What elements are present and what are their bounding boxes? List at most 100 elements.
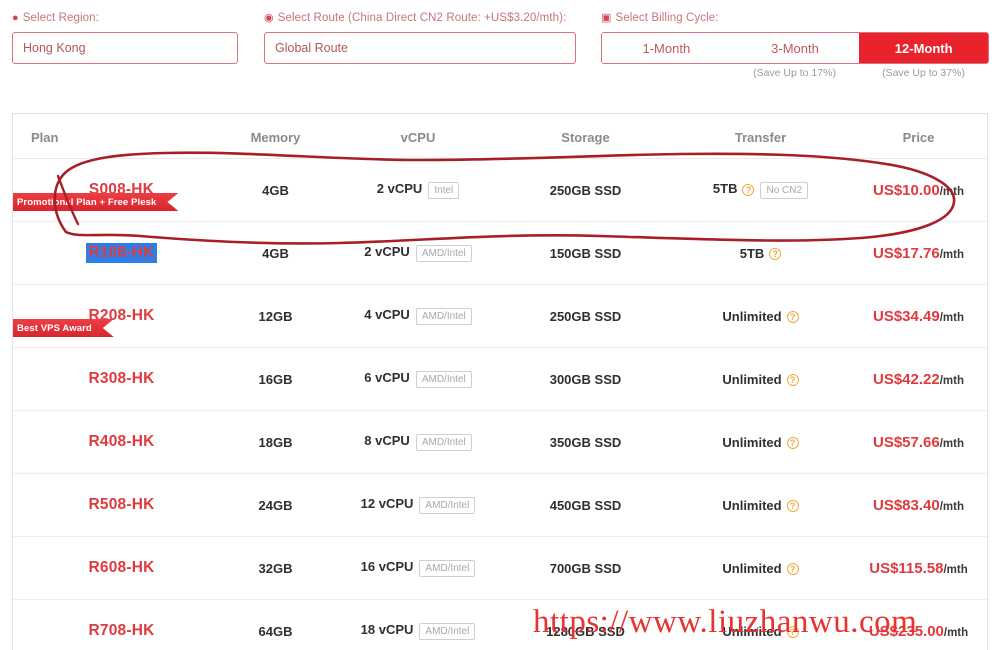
transfer-value: 5TB <box>739 245 765 261</box>
billing-option-3-month[interactable]: 3-Month <box>730 33 860 63</box>
route-select-value: Global Route <box>275 41 348 55</box>
help-circle-icon[interactable]: ? <box>786 374 799 387</box>
route-control: ◉ Select Route (China Direct CN2 Route: … <box>264 10 576 64</box>
vcpu-cell: 2 vCPU AMD/Intel <box>338 221 498 285</box>
price-amount: US$83.40/mth <box>873 496 964 514</box>
column-header-transfer: Transfer <box>673 114 848 159</box>
plan-cell[interactable]: R408-HK <box>13 410 213 474</box>
price-unit: /mth <box>939 374 964 387</box>
cpu-vendor-chip: AMD/Intel <box>415 244 472 262</box>
price-unit: /mth <box>939 185 964 198</box>
transfer-value: 5TB <box>712 181 738 197</box>
plan-name: R408-HK <box>88 433 155 450</box>
help-circle-icon[interactable]: ? <box>786 500 799 513</box>
transfer-cell: Unlimited? <box>673 410 848 474</box>
plans-table-body: S008-HK Promotional Plan + Free Plesk 4GB 2… <box>12 158 987 650</box>
cpu-vendor-chip: AMD/Intel <box>415 307 472 325</box>
help-circle-icon[interactable]: ? <box>742 184 755 197</box>
table-header-row: Plan Memory vCPU Storage Transfer Price <box>13 114 987 159</box>
region-select-value: Hong Kong <box>23 41 86 55</box>
plan-ribbon-badge: Promotional Plan + Free Plesk <box>12 193 178 211</box>
vcpu-cell: 18 vCPU AMD/Intel <box>338 600 498 650</box>
cpu-vendor-chip: AMD/Intel <box>419 559 476 577</box>
region-select[interactable]: Hong Kong <box>12 32 238 64</box>
plan-cell[interactable]: S008-HK Promotional Plan + Free Plesk <box>12 158 213 222</box>
billing-option-1-month[interactable]: 1-Month <box>602 33 731 63</box>
route-label: ◉ Select Route (China Direct CN2 Route: … <box>264 10 576 26</box>
table-row[interactable]: R508-HK 24GB 12 vCPU AMD/Intel 450GB SSD Unli… <box>13 473 987 537</box>
transfer-cell: Unlimited? <box>673 473 848 537</box>
billing-cycle-label: ▣ Select Billing Cycle: <box>601 10 989 26</box>
column-header-memory: Memory <box>213 114 338 159</box>
memory-cell: 18GB <box>213 410 338 474</box>
plan-cell[interactable]: R608-HK <box>13 536 213 600</box>
plan-cell[interactable]: R308-HK <box>13 347 213 411</box>
cpu-vendor-chip: AMD/Intel <box>415 433 472 451</box>
table-row[interactable]: R308-HK 16GB 6 vCPU AMD/Intel 300GB SSD Unlim… <box>13 347 987 411</box>
billing-savings-notes: (Save Up to 17%) (Save Up to 37%) <box>601 67 989 83</box>
memory-cell: 24GB <box>213 473 338 537</box>
memory-cell: 12GB <box>213 284 338 348</box>
storage-cell: 300GB SSD <box>498 347 673 411</box>
help-circle-icon[interactable]: ? <box>786 437 799 450</box>
column-header-storage: Storage <box>498 114 673 159</box>
globe-icon: ◉ <box>264 11 274 24</box>
plan-cell[interactable]: R208-HK Best VPS Award <box>12 284 213 348</box>
plan-name: R508-HK <box>88 496 155 513</box>
price-unit: /mth <box>939 311 964 324</box>
price-unit: /mth <box>939 500 964 513</box>
price-cell: US$83.40/mth <box>848 473 987 537</box>
plan-cell[interactable]: R708-HK <box>13 600 213 650</box>
vcpu-value: 16 vCPU <box>360 559 414 575</box>
memory-cell: 16GB <box>213 347 338 411</box>
map-pin-icon: ● <box>12 11 19 24</box>
memory-cell: 4GB <box>213 158 338 222</box>
region-label-text: Select Region: <box>22 12 99 24</box>
storage-cell: 350GB SSD <box>498 410 673 474</box>
vcpu-value: 4 vCPU <box>364 307 410 323</box>
calendar-icon: ▣ <box>601 11 612 24</box>
vcpu-cell: 2 vCPU Intel <box>338 158 498 222</box>
table-row[interactable]: R408-HK 18GB 8 vCPU AMD/Intel 350GB SSD Unlim… <box>13 410 987 474</box>
plans-table: Plan Memory vCPU Storage Transfer Price … <box>12 114 987 650</box>
vcpu-cell: 12 vCPU AMD/Intel <box>338 473 498 537</box>
help-circle-icon[interactable]: ? <box>786 311 799 324</box>
plan-name: R608-HK <box>88 559 155 576</box>
table-row[interactable]: R208-HK Best VPS Award 12GB 4 vCPU AMD/Intel… <box>12 284 987 348</box>
price-cell: US$115.58/mth <box>848 536 987 600</box>
price-cell: US$42.22/mth <box>848 347 987 411</box>
vcpu-value: 2 vCPU <box>376 181 423 197</box>
table-row[interactable]: R608-HK 32GB 16 vCPU AMD/Intel 700GB SSD Unli… <box>13 536 987 600</box>
filter-controls-bar: ● Select Region: Hong Kong ◉ Select Rout… <box>0 0 1000 100</box>
plan-ribbon-badge: Best VPS Award <box>12 319 114 337</box>
site-watermark: https://www.liuzhanwu.com <box>533 604 918 640</box>
table-row[interactable]: S008-HK Promotional Plan + Free Plesk 4GB 2… <box>12 158 987 222</box>
price-cell: US$57.66/mth <box>848 410 987 474</box>
price-cell: US$10.00/mth <box>848 158 987 222</box>
price-unit: /mth <box>943 626 969 639</box>
price-amount: US$34.49/mth <box>873 307 964 325</box>
memory-cell: 64GB <box>258 623 293 639</box>
price-unit: /mth <box>939 437 964 450</box>
memory-cell: 32GB <box>213 536 338 600</box>
transfer-value: Unlimited <box>722 434 782 450</box>
billing-option-12-month[interactable]: 12-Month <box>859 33 988 63</box>
transfer-value: Unlimited <box>722 497 782 513</box>
storage-cell: 450GB SSD <box>498 473 673 537</box>
help-circle-icon[interactable]: ? <box>786 563 799 576</box>
vcpu-value: 6 vCPU <box>364 370 410 386</box>
column-header-plan: Plan <box>13 114 213 159</box>
billing-cycle-control: ▣ Select Billing Cycle: 1-Month 3-Month … <box>601 10 989 83</box>
transfer-cell: 5TB? <box>673 221 848 285</box>
help-circle-icon[interactable]: ? <box>769 248 782 261</box>
price-amount: US$57.66/mth <box>873 433 964 451</box>
vcpu-cell: 8 vCPU AMD/Intel <box>338 410 498 474</box>
vcpu-value: 2 vCPU <box>364 244 410 260</box>
plan-cell[interactable]: R508-HK <box>13 473 213 537</box>
transfer-cell: Unlimited? <box>673 347 848 411</box>
route-select[interactable]: Global Route <box>264 32 576 64</box>
column-header-vcpu: vCPU <box>338 114 498 159</box>
table-row[interactable]: R108-HK 4GB 2 vCPU AMD/Intel 150GB SSD 5TB? US… <box>13 221 987 285</box>
vcpu-cell: 16 vCPU AMD/Intel <box>338 536 498 600</box>
plan-cell[interactable]: R108-HK <box>13 221 213 285</box>
